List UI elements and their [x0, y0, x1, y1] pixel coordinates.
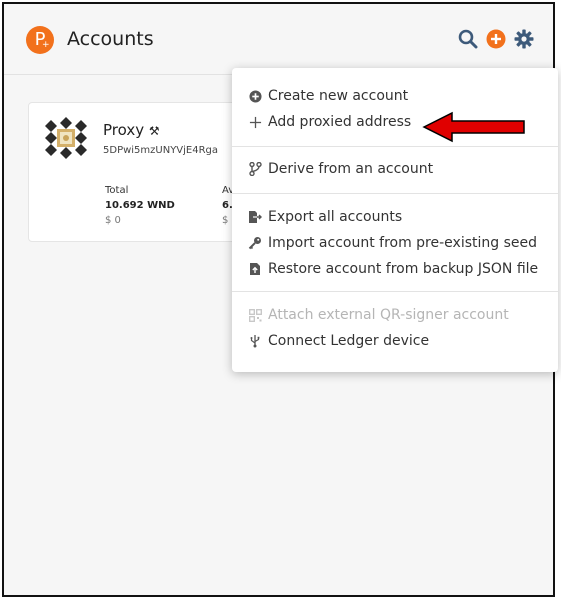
key-icon — [248, 236, 262, 250]
balance-total-label: Total — [105, 185, 129, 196]
qrcode-icon — [248, 308, 262, 322]
menu-divider — [232, 146, 558, 147]
menu-item-label: Create new account — [268, 88, 409, 104]
menu-item-label: Restore account from backup JSON file — [268, 261, 539, 277]
menu-item-label: Connect Ledger device — [268, 333, 430, 349]
search-icon[interactable] — [457, 28, 479, 50]
plus-circle-icon — [248, 89, 262, 103]
menu-item-connect-ledger[interactable]: Connect Ledger device — [248, 330, 429, 352]
hammer-pick-icon: ⚒ — [148, 124, 160, 138]
identicon-icon — [45, 117, 87, 159]
menu-item-label: Derive from an account — [268, 161, 434, 177]
menu-item-label: Export all accounts — [268, 209, 403, 225]
balance-total-value: 10.692 WND — [105, 200, 175, 211]
menu-item-derive-account[interactable]: Derive from an account — [248, 158, 433, 180]
menu-item-label: Import account from pre-existing seed — [268, 235, 538, 251]
menu-item-create-account[interactable]: Create new account — [248, 85, 408, 107]
menu-item-export-all[interactable]: Export all accounts — [248, 206, 402, 228]
menu-item-label: Attach external QR-signer account — [268, 307, 509, 323]
balance-total-usd: $ 0 — [105, 215, 121, 226]
plus-icon — [248, 115, 262, 129]
menu-item-restore-json[interactable]: Restore account from backup JSON file — [248, 258, 538, 280]
polkadot-logo-icon: P + — [26, 26, 54, 54]
menu-item-attach-qr-signer[interactable]: Attach external QR-signer account — [248, 304, 509, 326]
header: P + Accounts — [4, 4, 553, 76]
menu-item-import-seed[interactable]: Import account from pre-existing seed — [248, 232, 537, 254]
menu-item-add-proxied-address[interactable]: Add proxied address — [248, 111, 411, 133]
account-name: Proxy ⚒ — [103, 121, 160, 139]
red-arrow-annotation-icon — [422, 111, 525, 143]
menu-item-label: Add proxied address — [268, 114, 412, 130]
file-export-icon — [248, 210, 262, 224]
header-actions — [457, 28, 535, 50]
gear-icon[interactable] — [513, 28, 535, 50]
page-title: Accounts — [67, 28, 154, 50]
code-branch-icon — [248, 162, 262, 176]
menu-divider — [232, 291, 558, 292]
account-address[interactable]: 5DPwi5mzUNYVjE4Rga — [103, 145, 218, 156]
menu-divider — [232, 193, 558, 194]
add-account-icon[interactable] — [485, 28, 507, 50]
usb-icon — [248, 334, 262, 348]
file-upload-icon — [248, 262, 262, 276]
extension-window: P + Accounts Proxy ⚒ 5DPwi5mzUNYVjE4Rga … — [2, 2, 558, 597]
